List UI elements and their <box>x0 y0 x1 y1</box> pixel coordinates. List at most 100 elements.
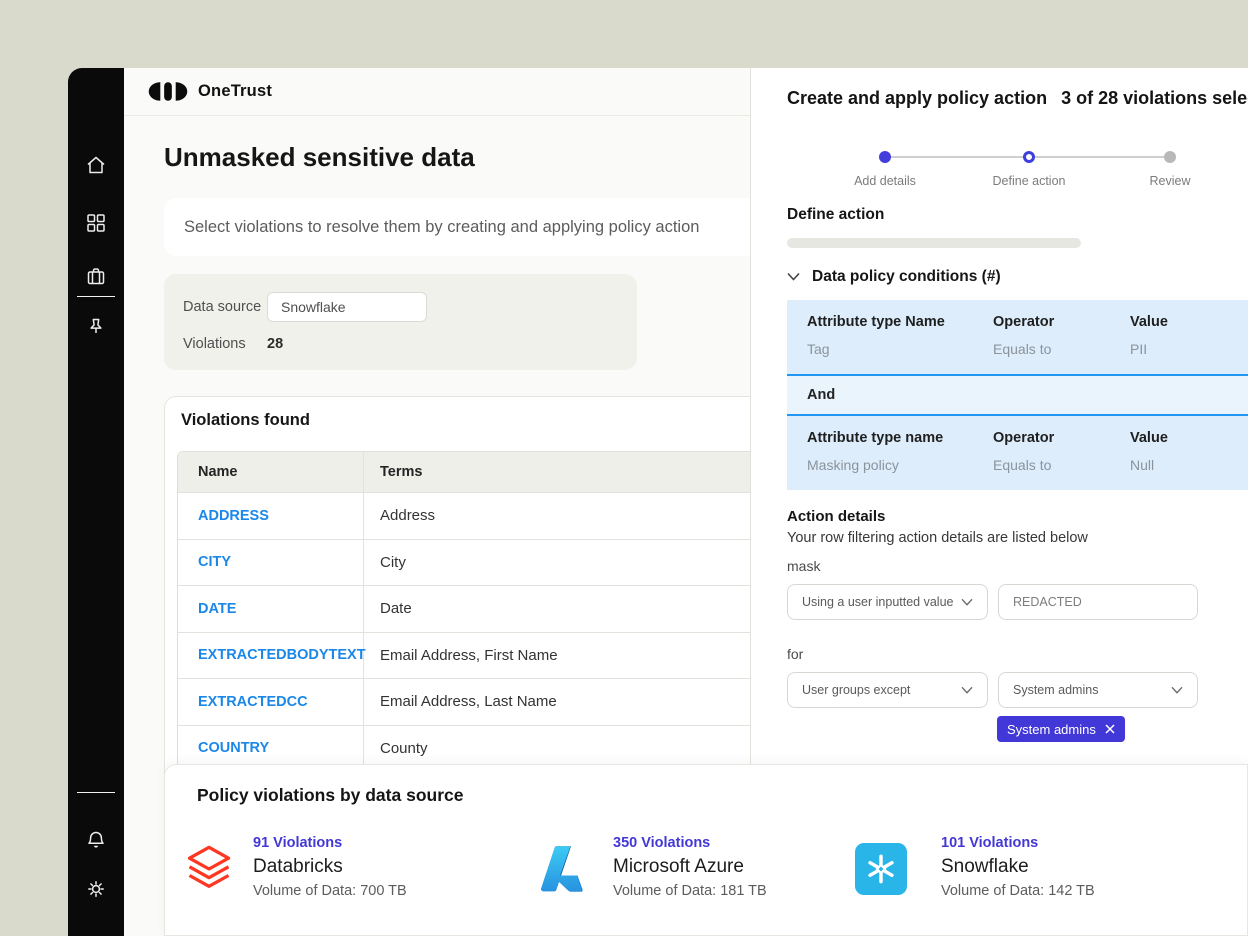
violation-name-link[interactable]: EXTRACTEDCC <box>198 694 308 710</box>
violation-name-link[interactable]: DATE <box>198 601 236 617</box>
violation-name-link[interactable]: ADDRESS <box>198 508 269 524</box>
source-volume: Volume of Data: 181 TB <box>613 883 767 899</box>
target-method-select[interactable]: User groups except <box>787 672 988 708</box>
step-label-review: Review <box>1140 174 1200 188</box>
table-row: CITY City <box>178 539 751 586</box>
target-method-value: User groups except <box>802 683 910 697</box>
condition-operator-header: Operator <box>993 314 1054 330</box>
mask-method-value: Using a user inputted value <box>802 595 953 609</box>
condition-row: Attribute type Name Operator Value Tag E… <box>787 300 1248 374</box>
violations-count: 28 <box>267 336 283 352</box>
conditions-box: Attribute type Name Operator Value Tag E… <box>787 300 1248 490</box>
step-review-dot[interactable] <box>1164 151 1176 163</box>
source-name: Databricks <box>253 856 407 878</box>
stepper-connector <box>1035 156 1164 158</box>
databricks-logo-icon <box>185 843 233 900</box>
apps-grid-icon[interactable] <box>84 211 108 235</box>
violations-found-heading: Violations found <box>181 411 310 430</box>
table-row: EXTRACTEDCC Email Address, Last Name <box>178 678 751 725</box>
selected-group-chip[interactable]: System admins <box>997 716 1125 742</box>
source-violations-count[interactable]: 350 Violations <box>613 835 767 851</box>
violation-name-link[interactable]: COUNTRY <box>198 740 269 756</box>
briefcase-icon[interactable] <box>84 264 108 288</box>
condition-connector: And <box>787 376 1248 414</box>
condition-value-header: Value <box>1130 430 1168 446</box>
step-define-action-dot[interactable] <box>1023 151 1035 163</box>
source-name: Microsoft Azure <box>613 856 767 878</box>
source-violations-count[interactable]: 101 Violations <box>941 835 1095 851</box>
table-row: EXTRACTEDBODYTEXT Email Address, First N… <box>178 632 751 679</box>
mask-method-select[interactable]: Using a user inputted value <box>787 584 988 620</box>
action-details-heading: Action details <box>787 508 885 525</box>
condition-operator-value: Equals to <box>993 341 1051 357</box>
sidebar-divider-bottom <box>77 792 115 793</box>
chip-label: System admins <box>1007 722 1096 737</box>
settings-gear-icon[interactable] <box>84 877 108 901</box>
step-label-add-details: Add details <box>845 174 925 188</box>
violation-name-link[interactable]: EXTRACTEDBODYTEXT <box>198 647 366 663</box>
onetrust-logo-icon <box>148 81 188 102</box>
condition-operator-value: Equals to <box>993 457 1051 473</box>
target-group-select[interactable]: System admins <box>998 672 1198 708</box>
table-row: ADDRESS Address <box>178 492 751 539</box>
source-name: Snowflake <box>941 856 1095 878</box>
filter-summary-box: Data source Snowflake Violations 28 <box>164 274 637 370</box>
data-source-input[interactable]: Snowflake <box>267 292 427 322</box>
snowflake-logo-icon <box>855 843 907 895</box>
condition-value-value: PII <box>1130 341 1147 357</box>
source-violations-count[interactable]: 91 Violations <box>253 835 407 851</box>
violations-label: Violations <box>183 336 267 352</box>
chevron-down-icon <box>961 683 973 697</box>
condition-value-value: Null <box>1130 457 1154 473</box>
policy-violations-card: Policy violations by data source 91 Viol… <box>164 764 1248 936</box>
app-header: OneTrust <box>124 68 750 116</box>
column-header-name: Name <box>178 452 364 492</box>
violation-terms: County <box>380 740 428 757</box>
page-title: Unmasked sensitive data <box>164 142 475 173</box>
source-volume: Volume of Data: 142 TB <box>941 883 1095 899</box>
condition-attr-value: Masking policy <box>807 457 899 473</box>
pin-icon[interactable] <box>84 316 108 340</box>
condition-operator-header: Operator <box>993 430 1054 446</box>
condition-attr-header: Attribute type Name <box>807 314 945 330</box>
chip-remove-icon[interactable] <box>1105 724 1115 734</box>
chevron-down-icon <box>1171 683 1183 697</box>
target-group-value: System admins <box>1013 683 1098 697</box>
selection-status: 3 of 28 violations selected <box>1061 88 1248 108</box>
brand-name: OneTrust <box>198 82 272 101</box>
step-label-define-action: Define action <box>983 174 1075 188</box>
source-volume: Volume of Data: 700 TB <box>253 883 407 899</box>
column-header-terms: Terms <box>364 452 751 492</box>
table-header-row: Name Terms <box>178 452 751 492</box>
panel-title: Create and apply policy action 3 of 28 vi… <box>787 88 1248 109</box>
info-banner: Select violations to resolve them by cre… <box>164 198 751 256</box>
condition-value-header: Value <box>1130 314 1168 330</box>
sidebar-divider-top <box>77 296 115 297</box>
mask-value-text: REDACTED <box>1013 595 1082 609</box>
home-icon[interactable] <box>84 153 108 177</box>
info-banner-text: Select violations to resolve them by cre… <box>184 218 699 237</box>
chevron-down-icon <box>787 268 800 286</box>
notifications-bell-icon[interactable] <box>84 828 108 852</box>
conditions-heading: Data policy conditions (#) <box>812 268 1001 286</box>
violation-terms: Email Address, First Name <box>380 647 558 664</box>
sidebar-nav <box>68 68 124 936</box>
violations-table: Name Terms ADDRESS Address CITY City DAT… <box>177 451 751 772</box>
action-details-description: Your row filtering action details are li… <box>787 530 1088 546</box>
mask-value-input[interactable]: REDACTED <box>998 584 1198 620</box>
violation-terms: Date <box>380 600 412 617</box>
condition-row: Attribute type name Operator Value Maski… <box>787 416 1248 490</box>
step-add-details-dot[interactable] <box>879 151 891 163</box>
violation-terms: City <box>380 554 406 571</box>
define-action-heading: Define action <box>787 206 884 224</box>
progress-skeleton-bar <box>787 238 1081 248</box>
panel-title-text: Create and apply policy action <box>787 88 1047 108</box>
violation-name-link[interactable]: CITY <box>198 554 231 570</box>
violation-terms: Email Address, Last Name <box>380 693 557 710</box>
policy-violations-heading: Policy violations by data source <box>197 785 463 806</box>
condition-attr-header: Attribute type name <box>807 430 943 446</box>
for-label: for <box>787 646 803 662</box>
screen: OneTrust Unmasked sensitive data Select … <box>0 0 1248 936</box>
conditions-collapse-header[interactable]: Data policy conditions (#) <box>787 268 1001 286</box>
stepper-connector <box>891 156 1023 158</box>
